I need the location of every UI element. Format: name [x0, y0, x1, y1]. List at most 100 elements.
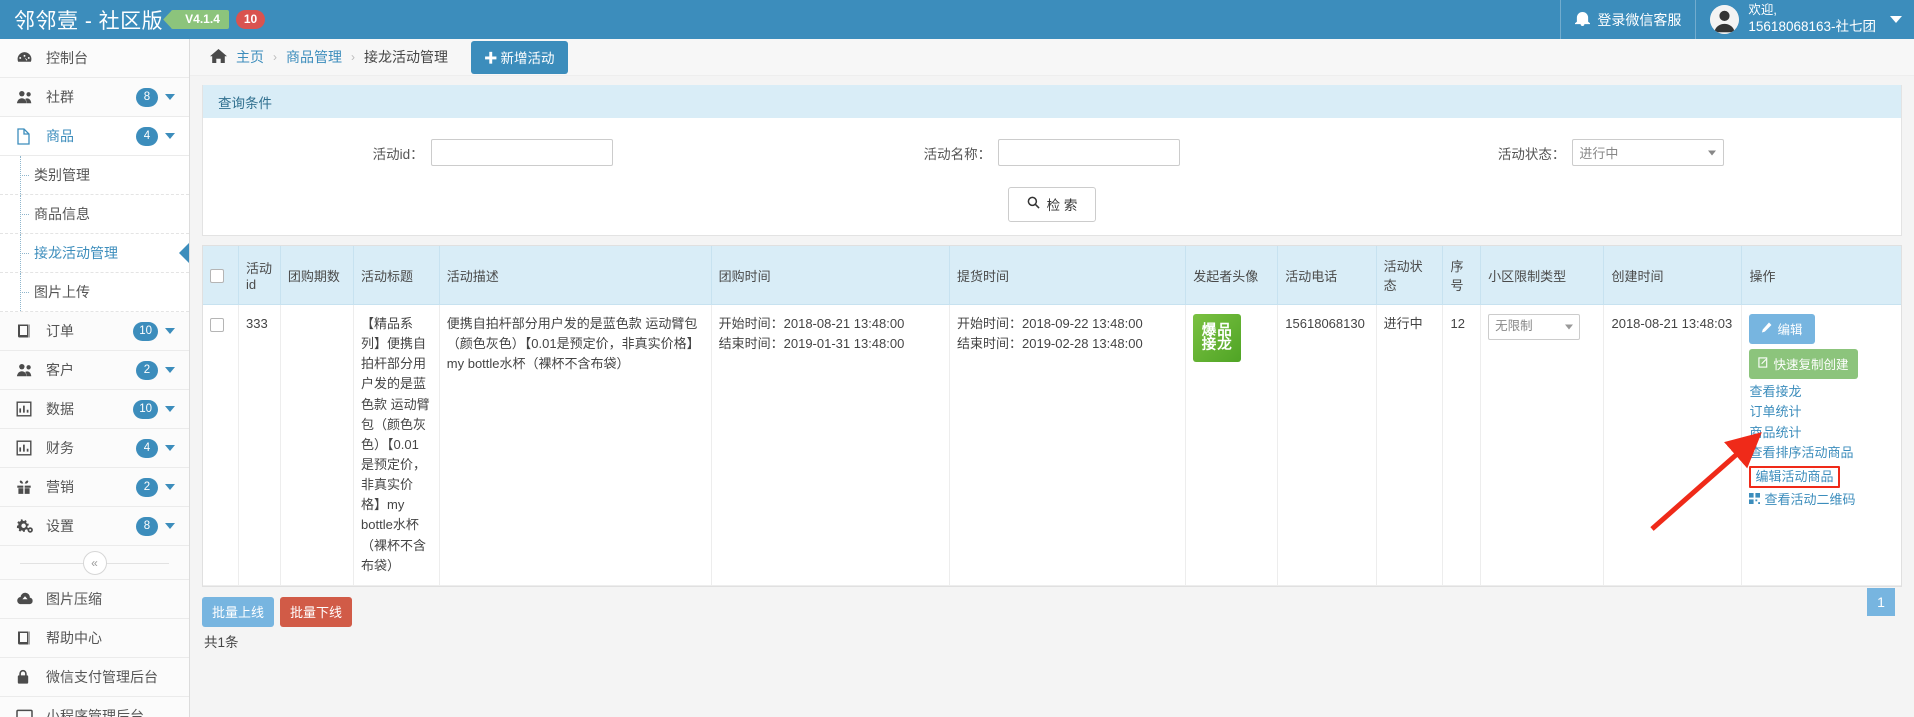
activity-name-input[interactable] [998, 139, 1181, 166]
cell-group-period [280, 304, 355, 586]
batch-actions: 批量上线 批量下线 [202, 596, 1902, 627]
cell-restrict-type: 无限制 [1480, 304, 1605, 586]
breadcrumb: 主页 › 商品管理 › 接龙活动管理 ✚ 新增活动 [190, 39, 1914, 76]
sidebar-item-community[interactable]: 社群 8 [0, 78, 189, 117]
quick-copy-create-button[interactable]: 快速复制创建 [1749, 349, 1858, 379]
sidebar-item-dashboard[interactable]: 控制台 [0, 39, 189, 78]
sidebar-badge: 10 [133, 321, 158, 341]
view-activity-qrcode-link[interactable]: 查看活动二维码 [1749, 491, 1856, 509]
table-header-sequence: 序号 [1442, 246, 1482, 305]
pagination: 1 [1867, 588, 1895, 616]
cell-initiator-avatar: 爆品 接龙 [1185, 304, 1279, 586]
sidebar-item-image-upload[interactable]: 图片上传 [0, 273, 189, 312]
home-icon[interactable] [210, 48, 227, 67]
sidebar-collapse-row: « [0, 546, 189, 580]
sidebar-item-category-management[interactable]: 类别管理 [0, 156, 189, 195]
sidebar-item-finance[interactable]: 财务 4 [0, 429, 189, 468]
sidebar-item-label: 控制台 [46, 50, 88, 66]
sidebar-item-label: 微信支付管理后台 [46, 669, 158, 685]
breadcrumb-item-current: 接龙活动管理 [364, 49, 448, 65]
page-number-1[interactable]: 1 [1867, 588, 1895, 616]
batch-online-button[interactable]: 批量上线 [202, 596, 275, 627]
sidebar-item-label: 财务 [46, 440, 74, 456]
users-icon [16, 362, 38, 378]
cell-activity-id: 333 [238, 304, 281, 586]
bell-icon [1575, 11, 1591, 29]
welcome-line-1: 欢迎, [1748, 3, 1777, 18]
sidebar-item-label: 数据 [46, 401, 74, 417]
sidebar-item-miniprogram-admin[interactable]: 小程序管理后台 [0, 697, 189, 717]
breadcrumb-item-goods-management[interactable]: 商品管理 [286, 47, 342, 67]
sidebar-item-marketing[interactable]: 营销 2 [0, 468, 189, 507]
view-sorted-activity-products-link[interactable]: 查看排序活动商品 [1749, 444, 1853, 462]
dashboard-icon [16, 50, 38, 67]
row-checkbox[interactable] [210, 317, 224, 332]
version-badge: V4.1.4 [171, 10, 229, 29]
new-activity-button[interactable]: ✚ 新增活动 [471, 40, 568, 74]
notification-count-badge[interactable]: 10 [235, 10, 266, 29]
chevron-down-icon [1890, 16, 1902, 23]
table-header-create-time: 创建时间 [1603, 246, 1743, 305]
sidebar-item-orders[interactable]: 订单 10 [0, 312, 189, 351]
group-time-start: 开始时间：2018-08-21 13:48:00 [718, 316, 905, 331]
sidebar-item-label: 订单 [46, 323, 74, 339]
sidebar-item-data[interactable]: 数据 10 [0, 390, 189, 429]
cloud-upload-icon [16, 592, 38, 606]
sidebar-item-jielong-activity-management[interactable]: 接龙活动管理 [0, 234, 189, 273]
order-statistics-link[interactable]: 订单统计 [1749, 403, 1801, 421]
user-menu[interactable]: 欢迎, 15618068163-社七团 [1695, 0, 1914, 39]
filter-panel-body: 活动id： 活动名称： 活动状态： 进行中 检 索 [203, 118, 1901, 235]
chevron-down-icon [165, 484, 175, 490]
table-header-description: 活动描述 [439, 246, 712, 305]
chevron-down-icon [165, 367, 175, 373]
activity-id-input[interactable] [430, 139, 613, 166]
cell-title: 【精品系列】便携自拍杆部分用户发的是蓝色款 运动臂包（颜色灰色）【0.01是预定… [353, 304, 440, 586]
activity-status-label: 活动状态： [1497, 146, 1566, 162]
table-header-pickup-time: 提货时间 [949, 246, 1187, 305]
activity-table: 活动id 团购期数 活动标题 活动描述 团购时间 提货时间 发起者头像 活动电话… [203, 246, 1901, 586]
book-icon [16, 323, 38, 339]
search-button[interactable]: 检 索 [1007, 187, 1097, 222]
sidebar-item-label: 图片压缩 [46, 591, 102, 607]
table-header-select-all [203, 246, 240, 305]
product-statistics-link[interactable]: 商品统计 [1749, 424, 1801, 442]
pickup-time-end: 结束时间：2019-02-28 13:48:00 [957, 336, 1143, 352]
sidebar-item-label: 客户 [46, 362, 74, 378]
file-icon [16, 127, 38, 145]
cell-create-time: 2018-08-21 13:48:03 [1603, 304, 1743, 586]
chevron-double-left-icon[interactable]: « [82, 550, 107, 575]
chevron-down-icon [165, 445, 175, 451]
chevron-down-icon [1708, 150, 1717, 155]
edit-button[interactable]: 编辑 [1749, 314, 1815, 344]
brand-logo[interactable]: 邻邻壹 - 社区版 V4.1.4 10 [0, 0, 266, 39]
restrict-type-select[interactable]: 无限制 [1488, 314, 1581, 340]
view-jielong-link[interactable]: 查看接龙 [1749, 383, 1801, 401]
view-activity-qrcode-label: 查看活动二维码 [1764, 492, 1856, 508]
activity-status-select[interactable]: 进行中 [1572, 139, 1725, 166]
avatar [1710, 5, 1740, 34]
edit-activity-products-link[interactable]: 编辑活动商品 [1749, 465, 1840, 489]
sidebar-item-settings[interactable]: 设置 8 [0, 507, 189, 546]
sidebar-item-help-center[interactable]: 帮助中心 [0, 619, 189, 658]
wechat-service-button[interactable]: 登录微信客服 [1560, 0, 1695, 39]
sidebar-item-wechat-pay-admin[interactable]: 微信支付管理后台 [0, 658, 189, 697]
sidebar-subitem-label: 图片上传 [34, 284, 90, 300]
avatar-text-line-1: 爆品 [1201, 322, 1233, 339]
sidebar-item-image-compress[interactable]: 图片压缩 [0, 580, 189, 619]
batch-offline-button[interactable]: 批量下线 [280, 596, 353, 627]
sidebar-item-label: 商品 [46, 128, 74, 144]
table-header-group-period: 团购期数 [280, 246, 355, 305]
book-icon [16, 630, 38, 646]
search-row: 检 索 [213, 187, 1891, 226]
sidebar-item-goods[interactable]: 商品 4 [0, 117, 189, 156]
sidebar-item-product-info[interactable]: 商品信息 [0, 195, 189, 234]
breadcrumb-item-home[interactable]: 主页 [236, 47, 264, 67]
select-all-checkbox[interactable] [210, 268, 224, 283]
total-count-text: 共1条 [204, 634, 239, 650]
initiator-avatar-thumbnail[interactable]: 爆品 接龙 [1193, 314, 1242, 362]
sidebar-item-customers[interactable]: 客户 2 [0, 351, 189, 390]
chevron-down-icon [165, 94, 175, 100]
pickup-time-start: 开始时间：2018-09-22 13:48:00 [957, 316, 1143, 331]
sidebar-subitem-label: 类别管理 [34, 167, 90, 183]
cell-operations: 编辑 快速复制创建 查看接龙 订单统计 商品统计 查看排序活动商品 编辑活动商品… [1741, 304, 1901, 586]
